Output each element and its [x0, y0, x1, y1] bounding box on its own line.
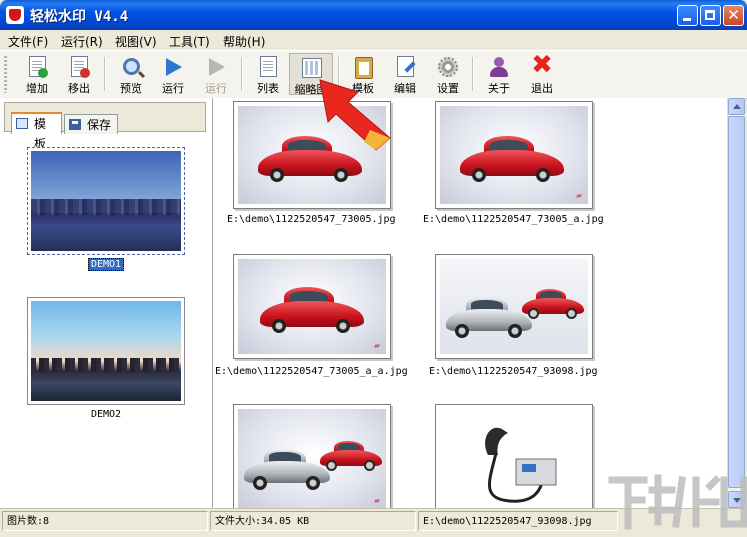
template-thumbnail-demo1[interactable]: [27, 147, 185, 255]
current-file-path: E:\demo\1122520547_93098.jpg: [418, 511, 618, 531]
menu-help[interactable]: 帮助(H): [223, 33, 265, 50]
run-label: 运行: [162, 82, 184, 95]
car-image: [238, 106, 386, 204]
tab-save[interactable]: 保存: [64, 114, 118, 134]
scroll-thumb[interactable]: [728, 116, 745, 488]
about-button[interactable]: 关于: [478, 53, 520, 95]
image-filename[interactable]: E:\demo\1122520547_93098.jpg: [429, 366, 598, 377]
template-label: 模板: [352, 82, 374, 95]
menu-tools[interactable]: 工具(T): [169, 33, 210, 50]
edit-button[interactable]: 编辑: [384, 53, 426, 95]
image-thumbnail[interactable]: ▰: [233, 404, 391, 508]
template-caption[interactable]: DEMO1: [27, 258, 185, 271]
toolbar-separator: [472, 57, 474, 91]
close-icon: ✕: [727, 6, 740, 24]
image-thumbnail[interactable]: ▰: [435, 101, 593, 209]
image-filename[interactable]: E:\demo\1122520547_73005_a_a.jpg: [215, 366, 408, 377]
play-icon: [161, 55, 185, 79]
run-disabled-button: 运行: [195, 53, 237, 95]
toolbar-separator: [338, 57, 340, 91]
template-image: [31, 301, 181, 401]
minimize-button[interactable]: [677, 5, 698, 26]
settings-button[interactable]: 设置: [427, 53, 469, 95]
template-panel: 模板 保存 DEMO1 DEMO2: [0, 98, 213, 508]
preview-label: 预览: [120, 82, 142, 95]
exit-button[interactable]: ✖ 退出: [521, 50, 563, 95]
device-drawing: [485, 427, 557, 503]
settings-label: 设置: [437, 82, 459, 95]
image-thumbnail[interactable]: [233, 101, 391, 209]
watermark-mark: ▰: [373, 341, 380, 350]
thumbnail-view-button[interactable]: 缩略图: [289, 53, 333, 96]
watermark-mark: ▰: [575, 191, 582, 200]
image-count: 图片数:8: [2, 511, 208, 531]
image-thumbnail[interactable]: [435, 254, 593, 359]
run-disabled-icon: [204, 55, 228, 79]
edit-icon: [393, 55, 417, 79]
edit-label: 编辑: [394, 82, 416, 95]
template-image: [31, 151, 181, 251]
watermark-mark: ▰: [373, 496, 380, 505]
run-button[interactable]: 运行: [152, 53, 194, 95]
about-label: 关于: [488, 82, 510, 95]
toolbar: 增加 移出 预览 运行 运行 列表 缩略图 模板 编辑 设置 关于 ✖ 退出: [0, 50, 747, 99]
image-filename[interactable]: E:\demo\1122520547_73005_a.jpg: [423, 214, 604, 225]
title-bar: 轻松水印 V4.4 ✕: [0, 0, 747, 30]
remove-label: 移出: [68, 82, 90, 95]
exit-label: 退出: [531, 82, 553, 95]
tab-template[interactable]: 模板: [11, 112, 62, 151]
maximize-icon: [705, 10, 715, 20]
template-caption[interactable]: DEMO2: [27, 409, 185, 420]
image-thumbnail[interactable]: [435, 404, 593, 508]
car-image: ▰: [238, 259, 386, 354]
car-image: ▰: [238, 409, 386, 508]
user-icon: [487, 55, 511, 79]
gear-icon: [436, 55, 460, 79]
magnifier-icon: [119, 55, 143, 79]
run-disabled-label: 运行: [205, 82, 227, 95]
add-button[interactable]: 增加: [16, 53, 58, 95]
remove-icon: [67, 55, 91, 79]
preview-button[interactable]: 预览: [110, 53, 152, 95]
add-label: 增加: [26, 82, 48, 95]
car-image: [440, 259, 588, 354]
template-thumbnail-demo2[interactable]: [27, 297, 185, 405]
thumbnail-icon: [299, 56, 323, 80]
menu-bar: 文件(F) 运行(R) 视图(V) 工具(T) 帮助(H): [0, 30, 747, 50]
clipboard-icon: [351, 55, 375, 79]
tab-template-label: 模板: [34, 117, 47, 151]
list-view-button[interactable]: 列表: [247, 53, 289, 95]
disk-icon: [69, 119, 81, 130]
list-icon: [256, 55, 280, 79]
add-icon: [25, 55, 49, 79]
menu-view[interactable]: 视图(V): [115, 33, 157, 50]
monitor-icon: [16, 118, 28, 129]
exit-x-icon: ✖: [531, 50, 553, 80]
window-title: 轻松水印 V4.4: [30, 9, 129, 25]
close-button[interactable]: ✕: [723, 5, 744, 26]
image-gallery: E:\demo\1122520547_73005.jpg ▰ E:\demo\1…: [213, 98, 727, 508]
minimize-icon: [683, 18, 691, 21]
template-button[interactable]: 模板: [342, 53, 384, 95]
site-watermark-logo: [608, 474, 747, 530]
toolbar-separator: [241, 57, 243, 91]
tab-save-label: 保存: [87, 118, 112, 132]
menu-file[interactable]: 文件(F): [8, 33, 48, 50]
toolbar-grip[interactable]: [4, 56, 7, 93]
remove-button[interactable]: 移出: [58, 53, 100, 95]
device-image: [440, 409, 588, 508]
image-filename[interactable]: E:\demo\1122520547_73005.jpg: [227, 214, 396, 225]
app-icon[interactable]: [6, 6, 24, 24]
thumbnail-label: 缩略图: [294, 83, 328, 96]
image-thumbnail[interactable]: ▰: [233, 254, 391, 359]
car-image: ▰: [440, 106, 588, 204]
list-label: 列表: [257, 82, 279, 95]
gallery-scrollbar[interactable]: [727, 98, 745, 508]
toolbar-separator: [104, 57, 106, 91]
file-size: 文件大小:34.05 KB: [210, 511, 416, 531]
menu-run[interactable]: 运行(R): [61, 33, 103, 50]
scroll-up-icon[interactable]: [728, 98, 745, 115]
maximize-button[interactable]: [700, 5, 721, 26]
